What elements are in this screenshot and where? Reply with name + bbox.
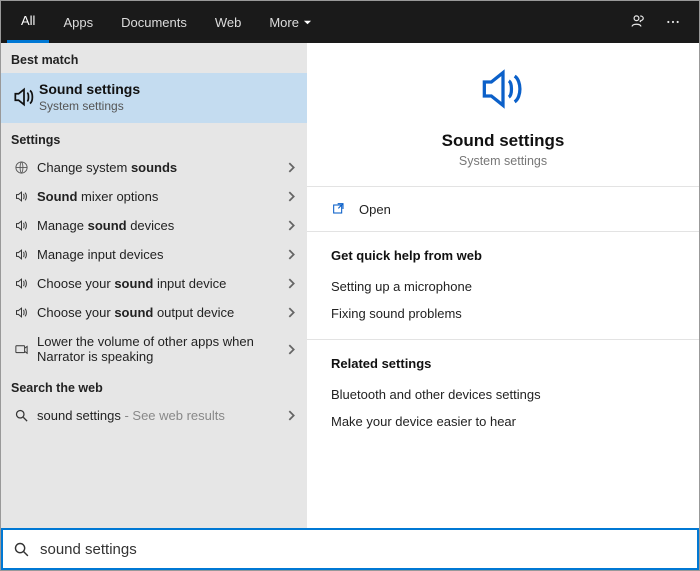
- open-icon: [331, 201, 347, 217]
- chevron-down-icon: [303, 18, 312, 27]
- tab-web[interactable]: Web: [201, 1, 256, 43]
- settings-item-label: Manage sound devices: [33, 218, 286, 233]
- settings-item-label: Sound mixer options: [33, 189, 286, 204]
- quick-help-link[interactable]: Setting up a microphone: [331, 273, 675, 300]
- chevron-right-icon: [286, 249, 297, 260]
- tab-all[interactable]: All: [7, 1, 49, 43]
- best-match-header: Best match: [1, 43, 307, 73]
- settings-item[interactable]: Manage sound devices: [1, 211, 307, 240]
- settings-item[interactable]: Choose your sound output device: [1, 298, 307, 327]
- chevron-right-icon: [286, 220, 297, 231]
- search-icon: [9, 408, 33, 423]
- settings-item[interactable]: Choose your sound input device: [1, 269, 307, 298]
- narrator-icon: [9, 342, 33, 357]
- detail-panel: Sound settings System settings Open Get …: [307, 43, 699, 528]
- speaker-icon: [9, 84, 39, 110]
- web-result-label: sound settings - See web results: [33, 408, 286, 423]
- settings-item-label: Lower the volume of other apps when Narr…: [33, 334, 286, 364]
- detail-subtitle: System settings: [459, 154, 547, 168]
- related-link[interactable]: Make your device easier to hear: [331, 408, 675, 435]
- settings-item-label: Manage input devices: [33, 247, 286, 262]
- search-web-header: Search the web: [1, 371, 307, 401]
- settings-item-label: Choose your sound input device: [33, 276, 286, 291]
- settings-item-label: Change system sounds: [33, 160, 286, 175]
- chevron-right-icon: [286, 410, 297, 421]
- speaker-icon: [9, 218, 33, 233]
- related-block: Related settings Bluetooth and other dev…: [307, 340, 699, 439]
- tab-more[interactable]: More: [255, 1, 326, 43]
- search-window: All Apps Documents Web More Bes: [0, 0, 700, 571]
- quick-help-link[interactable]: Fixing sound problems: [331, 300, 675, 327]
- feedback-icon[interactable]: [629, 13, 647, 31]
- related-header: Related settings: [331, 356, 675, 371]
- hero: Sound settings System settings: [307, 43, 699, 186]
- open-action[interactable]: Open: [307, 187, 699, 231]
- chevron-right-icon: [286, 307, 297, 318]
- speaker-icon: [475, 61, 531, 117]
- best-match-title: Sound settings: [39, 81, 140, 97]
- results-panel: Best match Sound settings System setting…: [1, 43, 307, 528]
- quick-help-header: Get quick help from web: [331, 248, 675, 263]
- web-result-item[interactable]: sound settings - See web results: [1, 401, 307, 430]
- speaker-icon: [9, 189, 33, 204]
- settings-item-label: Choose your sound output device: [33, 305, 286, 320]
- speaker-icon: [9, 276, 33, 291]
- best-match-subtitle: System settings: [39, 99, 140, 113]
- more-options-icon[interactable]: [665, 14, 681, 30]
- filter-tabs: All Apps Documents Web More: [7, 1, 326, 43]
- speaker-icon: [9, 247, 33, 262]
- quick-help-block: Get quick help from web Setting up a mic…: [307, 232, 699, 331]
- tab-apps[interactable]: Apps: [49, 1, 107, 43]
- chevron-right-icon: [286, 191, 297, 202]
- body: Best match Sound settings System setting…: [1, 43, 699, 528]
- settings-header: Settings: [1, 123, 307, 153]
- top-bar: All Apps Documents Web More: [1, 1, 699, 43]
- settings-item[interactable]: Sound mixer options: [1, 182, 307, 211]
- speaker-icon: [9, 305, 33, 320]
- detail-title: Sound settings: [442, 131, 565, 151]
- search-bar[interactable]: [1, 528, 699, 570]
- search-input[interactable]: [40, 541, 687, 558]
- chevron-right-icon: [286, 162, 297, 173]
- chevron-right-icon: [286, 344, 297, 355]
- tab-more-label: More: [269, 15, 299, 30]
- search-icon: [13, 541, 30, 558]
- best-match-item[interactable]: Sound settings System settings: [1, 73, 307, 123]
- chevron-right-icon: [286, 278, 297, 289]
- tab-documents[interactable]: Documents: [107, 1, 201, 43]
- open-label: Open: [359, 202, 391, 217]
- globe-icon: [9, 160, 33, 175]
- settings-item[interactable]: Manage input devices: [1, 240, 307, 269]
- settings-item[interactable]: Change system sounds: [1, 153, 307, 182]
- settings-item[interactable]: Lower the volume of other apps when Narr…: [1, 327, 307, 371]
- related-link[interactable]: Bluetooth and other devices settings: [331, 381, 675, 408]
